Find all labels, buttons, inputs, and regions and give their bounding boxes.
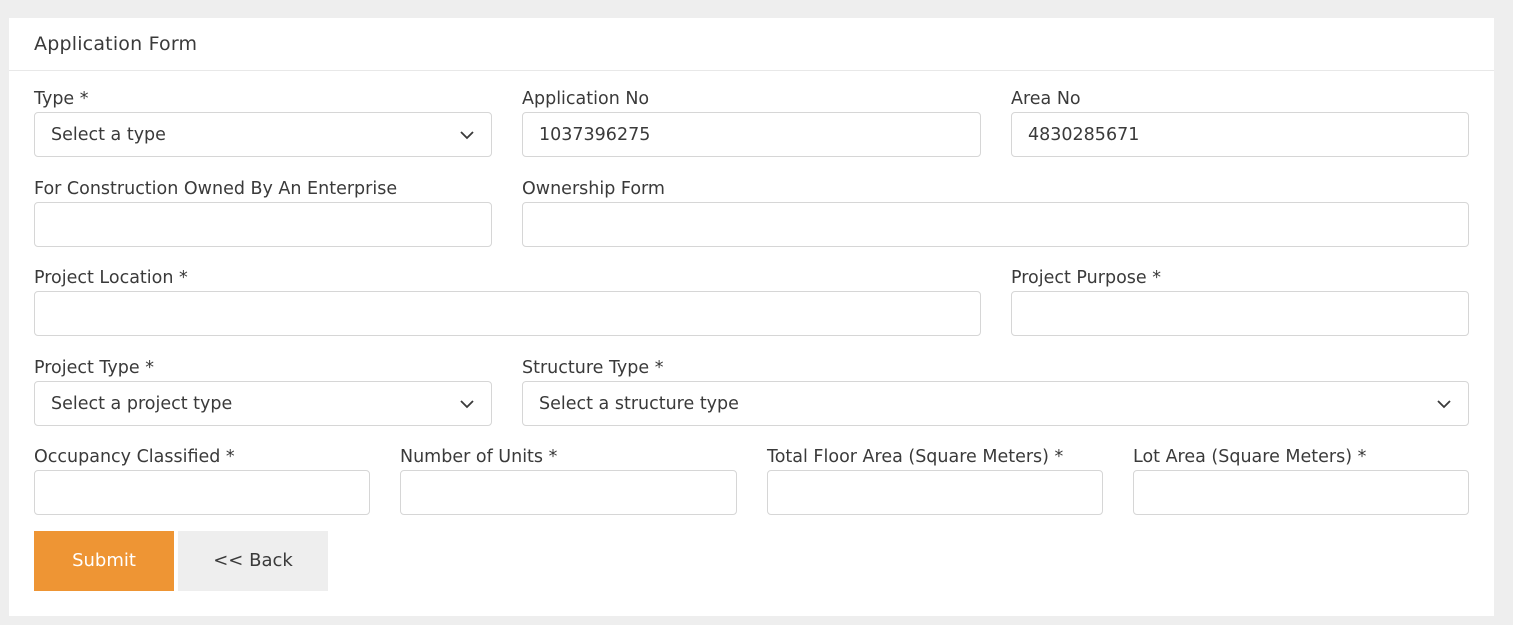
type-select-value: Select a type: [51, 125, 166, 145]
chevron-down-icon: [460, 131, 474, 140]
chevron-down-icon: [460, 400, 474, 409]
ownership-form-field: Ownership Form: [522, 179, 1469, 249]
construction-owned-label: For Construction Owned By An Enterprise: [34, 179, 398, 199]
application-no-field: Application No 1037396275: [522, 89, 981, 159]
application-no-label: Application No: [522, 89, 650, 109]
project-type-select-value: Select a project type: [51, 394, 233, 414]
project-purpose-input[interactable]: [1011, 291, 1469, 336]
application-form-card: Application Form Type * Select a type Ap…: [9, 18, 1494, 616]
structure-type-label: Structure Type *: [522, 358, 664, 378]
page-title: Application Form: [34, 33, 198, 55]
total-floor-area-input[interactable]: [767, 470, 1103, 515]
application-no-value: 1037396275: [539, 125, 651, 145]
structure-type-field: Structure Type * Select a structure type: [522, 358, 1469, 428]
project-purpose-label: Project Purpose *: [1011, 268, 1161, 288]
back-button[interactable]: << Back: [178, 531, 328, 591]
construction-owned-input[interactable]: [34, 202, 492, 247]
occupancy-classified-field: Occupancy Classified *: [34, 447, 370, 517]
construction-owned-field: For Construction Owned By An Enterprise: [34, 179, 492, 249]
chevron-down-icon: [1437, 400, 1451, 409]
structure-type-select[interactable]: Select a structure type: [522, 381, 1469, 426]
type-select[interactable]: Select a type: [34, 112, 492, 157]
total-floor-area-field: Total Floor Area (Square Meters) *: [767, 447, 1103, 517]
number-of-units-label: Number of Units *: [400, 447, 558, 467]
occupancy-classified-label: Occupancy Classified *: [34, 447, 235, 467]
project-location-input[interactable]: [34, 291, 981, 336]
area-no-value: 4830285671: [1028, 125, 1140, 145]
ownership-form-input[interactable]: [522, 202, 1469, 247]
area-no-input[interactable]: 4830285671: [1011, 112, 1469, 157]
ownership-form-label: Ownership Form: [522, 179, 665, 199]
project-purpose-field: Project Purpose *: [1011, 268, 1469, 338]
occupancy-classified-input[interactable]: [34, 470, 370, 515]
number-of-units-input[interactable]: [400, 470, 737, 515]
application-no-input[interactable]: 1037396275: [522, 112, 981, 157]
number-of-units-field: Number of Units *: [400, 447, 737, 517]
structure-type-select-value: Select a structure type: [539, 394, 739, 414]
total-floor-area-label: Total Floor Area (Square Meters) *: [767, 447, 1064, 467]
project-type-label: Project Type *: [34, 358, 154, 378]
lot-area-label: Lot Area (Square Meters) *: [1133, 447, 1367, 467]
card-header: Application Form: [9, 18, 1494, 71]
area-no-label: Area No: [1011, 89, 1081, 109]
lot-area-input[interactable]: [1133, 470, 1469, 515]
submit-button[interactable]: Submit: [34, 531, 174, 591]
lot-area-field: Lot Area (Square Meters) *: [1133, 447, 1469, 517]
type-field: Type * Select a type: [34, 89, 492, 159]
type-label: Type *: [34, 89, 89, 109]
project-type-field: Project Type * Select a project type: [34, 358, 492, 428]
area-no-field: Area No 4830285671: [1011, 89, 1469, 159]
project-location-label: Project Location *: [34, 268, 188, 288]
project-location-field: Project Location *: [34, 268, 981, 338]
project-type-select[interactable]: Select a project type: [34, 381, 492, 426]
